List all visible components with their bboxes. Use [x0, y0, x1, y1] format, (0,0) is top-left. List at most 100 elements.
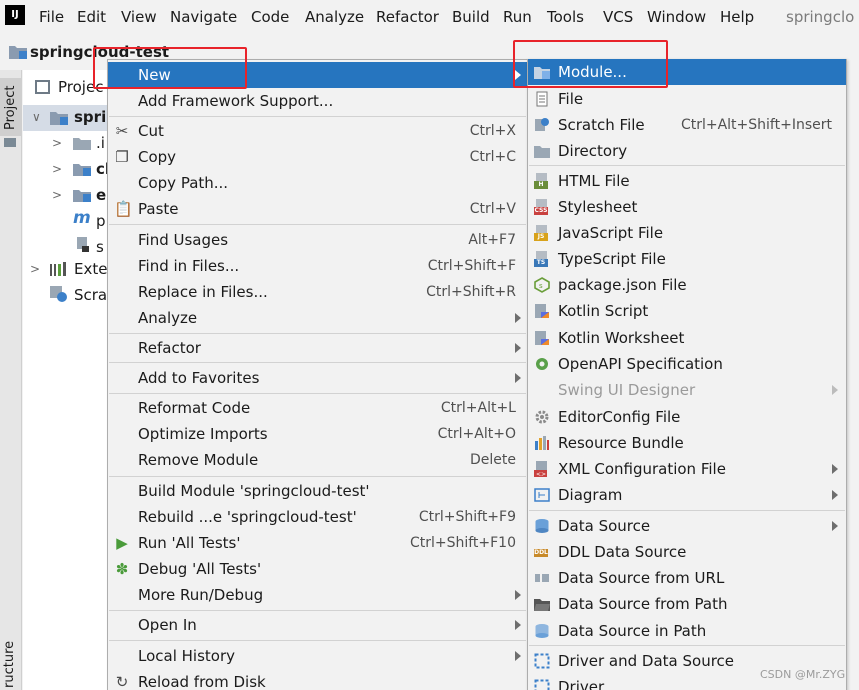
new-item-ddl-data-source[interactable]: DDL DDL Data Source: [528, 539, 846, 565]
driver-icon: [534, 653, 550, 669]
new-item-editorconfig-file[interactable]: EditorConfig File: [528, 404, 846, 430]
new-item-openapi-specification[interactable]: OpenAPI Specification: [528, 351, 846, 377]
context-menu-item-remove-module[interactable]: Remove Module Delete: [108, 447, 527, 473]
new-item-resource-bundle[interactable]: Resource Bundle: [528, 430, 846, 456]
folder-icon: [4, 138, 16, 147]
menu-item-label: EditorConfig File: [558, 408, 681, 426]
context-menu-item-add-to-favorites[interactable]: Add to Favorites: [108, 365, 527, 391]
new-item-diagram[interactable]: Diagram: [528, 482, 846, 508]
menu-item-shortcut: Ctrl+Shift+F: [427, 258, 516, 274]
context-menu-item-find-in-files[interactable]: Find in Files... Ctrl+Shift+F: [108, 253, 527, 279]
context-menu-item-build-module[interactable]: Build Module 'springcloud-test': [108, 478, 527, 504]
new-item-file[interactable]: File: [528, 86, 846, 112]
new-item-kotlin-worksheet[interactable]: Kotlin Worksheet: [528, 325, 846, 351]
tree-item-file[interactable]: s: [96, 237, 104, 257]
menu-file[interactable]: File: [39, 7, 64, 27]
context-menu-item-find-usages[interactable]: Find Usages Alt+F7: [108, 227, 527, 253]
menu-item-label: Build Module 'springcloud-test': [138, 482, 370, 500]
new-item-data-source[interactable]: Data Source: [528, 513, 846, 539]
tree-item-module-e[interactable]: e: [96, 185, 106, 205]
menu-build[interactable]: Build: [452, 7, 490, 27]
context-menu-item-copy-path[interactable]: Copy Path...: [108, 170, 527, 196]
database-icon: [535, 519, 549, 533]
menu-item-label: Local History: [138, 647, 236, 665]
new-item-html-file[interactable]: H HTML File: [528, 168, 846, 194]
menu-item-shortcut: Ctrl+Alt+Shift+Insert: [680, 117, 832, 133]
menu-edit[interactable]: Edit: [77, 7, 106, 27]
chevron-right-icon[interactable]: >: [52, 185, 62, 205]
submenu-arrow-icon: [832, 464, 838, 474]
context-menu-item-open-in[interactable]: Open In: [108, 612, 527, 638]
submenu-arrow-icon: [832, 490, 838, 500]
menu-item-shortcut: Ctrl+Shift+F10: [409, 535, 516, 551]
context-menu-item-debug-all-tests[interactable]: ✽ Debug 'All Tests': [108, 556, 527, 582]
chevron-right-icon[interactable]: >: [52, 159, 62, 179]
context-menu-item-replace-in-files[interactable]: Replace in Files... Ctrl+Shift+R: [108, 279, 527, 305]
new-item-kotlin-script[interactable]: Kotlin Script: [528, 298, 846, 324]
context-menu-item-rebuild-module[interactable]: Rebuild ...e 'springcloud-test' Ctrl+Shi…: [108, 504, 527, 530]
menu-view[interactable]: View: [121, 7, 157, 27]
tree-item-scratches[interactable]: Scra: [74, 285, 107, 305]
menu-item-label: Copy Path...: [138, 174, 229, 192]
nodejs-icon: s: [534, 277, 550, 293]
menu-help[interactable]: Help: [720, 7, 754, 27]
menu-refactor[interactable]: Refactor: [376, 7, 439, 27]
new-item-swing-ui-designer[interactable]: Swing UI Designer: [528, 377, 846, 403]
context-menu-item-reformat-code[interactable]: Reformat Code Ctrl+Alt+L: [108, 395, 527, 421]
menu-item-label: Directory: [558, 142, 628, 160]
intellij-logo-icon: IJ: [5, 5, 25, 25]
tree-item-idea[interactable]: .i: [96, 133, 105, 153]
new-item-scratch-file[interactable]: Scratch File Ctrl+Alt+Shift+Insert: [528, 112, 846, 138]
chevron-right-icon[interactable]: >: [52, 133, 62, 153]
module-folder-icon: [73, 164, 91, 176]
menu-item-label: Resource Bundle: [558, 434, 684, 452]
context-menu-item-cut[interactable]: ✂ Cut Ctrl+X: [108, 118, 527, 144]
context-menu-item-reload-from-disk[interactable]: ↻ Reload from Disk: [108, 669, 527, 690]
context-menu-item-local-history[interactable]: Local History: [108, 643, 527, 669]
new-item-package-json-file[interactable]: s package.json File: [528, 272, 846, 298]
svg-text:s: s: [539, 282, 543, 290]
new-item-javascript-file[interactable]: JS JavaScript File: [528, 220, 846, 246]
menu-item-label: Data Source from URL: [558, 569, 725, 587]
new-item-data-source-from-path[interactable]: Data Source from Path: [528, 591, 846, 617]
context-menu-item-more-run-debug[interactable]: More Run/Debug: [108, 582, 527, 608]
menu-item-shortcut: Ctrl+C: [469, 149, 516, 165]
context-menu-item-paste[interactable]: 📋 Paste Ctrl+V: [108, 196, 527, 222]
structure-tool-tab-label[interactable]: ructure: [2, 641, 18, 688]
new-item-data-source-in-path[interactable]: Data Source in Path: [528, 618, 846, 644]
new-item-directory[interactable]: Directory: [528, 138, 846, 164]
menu-item-shortcut: Alt+F7: [468, 232, 516, 248]
context-menu-item-optimize-imports[interactable]: Optimize Imports Ctrl+Alt+O: [108, 421, 527, 447]
tree-item-pom[interactable]: p: [96, 211, 106, 231]
menu-navigate[interactable]: Navigate: [170, 7, 237, 27]
submenu-arrow-icon: [515, 590, 521, 600]
menu-item-label: Diagram: [558, 486, 623, 504]
context-menu-item-add-framework-support[interactable]: Add Framework Support...: [108, 88, 527, 114]
menu-item-label: Swing UI Designer: [558, 381, 696, 399]
ddl-icon: DDL: [534, 549, 548, 557]
submenu-arrow-icon: [832, 521, 838, 531]
menu-window[interactable]: Window: [647, 7, 706, 27]
new-item-data-source-from-url[interactable]: Data Source from URL: [528, 565, 846, 591]
menu-run[interactable]: Run: [503, 7, 532, 27]
folder-icon: [73, 138, 91, 150]
menu-item-label: Refactor: [138, 339, 201, 357]
menu-tools[interactable]: Tools: [547, 7, 584, 27]
context-menu-item-run-all-tests[interactable]: ▶ Run 'All Tests' Ctrl+Shift+F10: [108, 530, 527, 556]
new-item-typescript-file[interactable]: TS TypeScript File: [528, 246, 846, 272]
menu-analyze[interactable]: Analyze: [305, 7, 364, 27]
context-menu-item-refactor[interactable]: Refactor: [108, 335, 527, 361]
menu-separator: [109, 333, 526, 334]
submenu-arrow-icon: [515, 343, 521, 353]
project-tool-tab-label: Project: [3, 85, 18, 130]
chevron-right-icon[interactable]: >: [30, 259, 40, 279]
menu-vcs[interactable]: VCS: [603, 7, 633, 27]
menu-item-label: More Run/Debug: [138, 586, 264, 604]
context-menu-item-analyze[interactable]: Analyze: [108, 305, 527, 331]
new-item-stylesheet[interactable]: CSS Stylesheet: [528, 194, 846, 220]
menu-code[interactable]: Code: [251, 7, 289, 27]
new-item-xml-configuration-file[interactable]: <> XML Configuration File: [528, 456, 846, 482]
clipboard-icon: 📋: [114, 200, 133, 218]
context-menu-item-copy[interactable]: ❐ Copy Ctrl+C: [108, 144, 527, 170]
chevron-down-icon[interactable]: ∨: [32, 107, 41, 127]
